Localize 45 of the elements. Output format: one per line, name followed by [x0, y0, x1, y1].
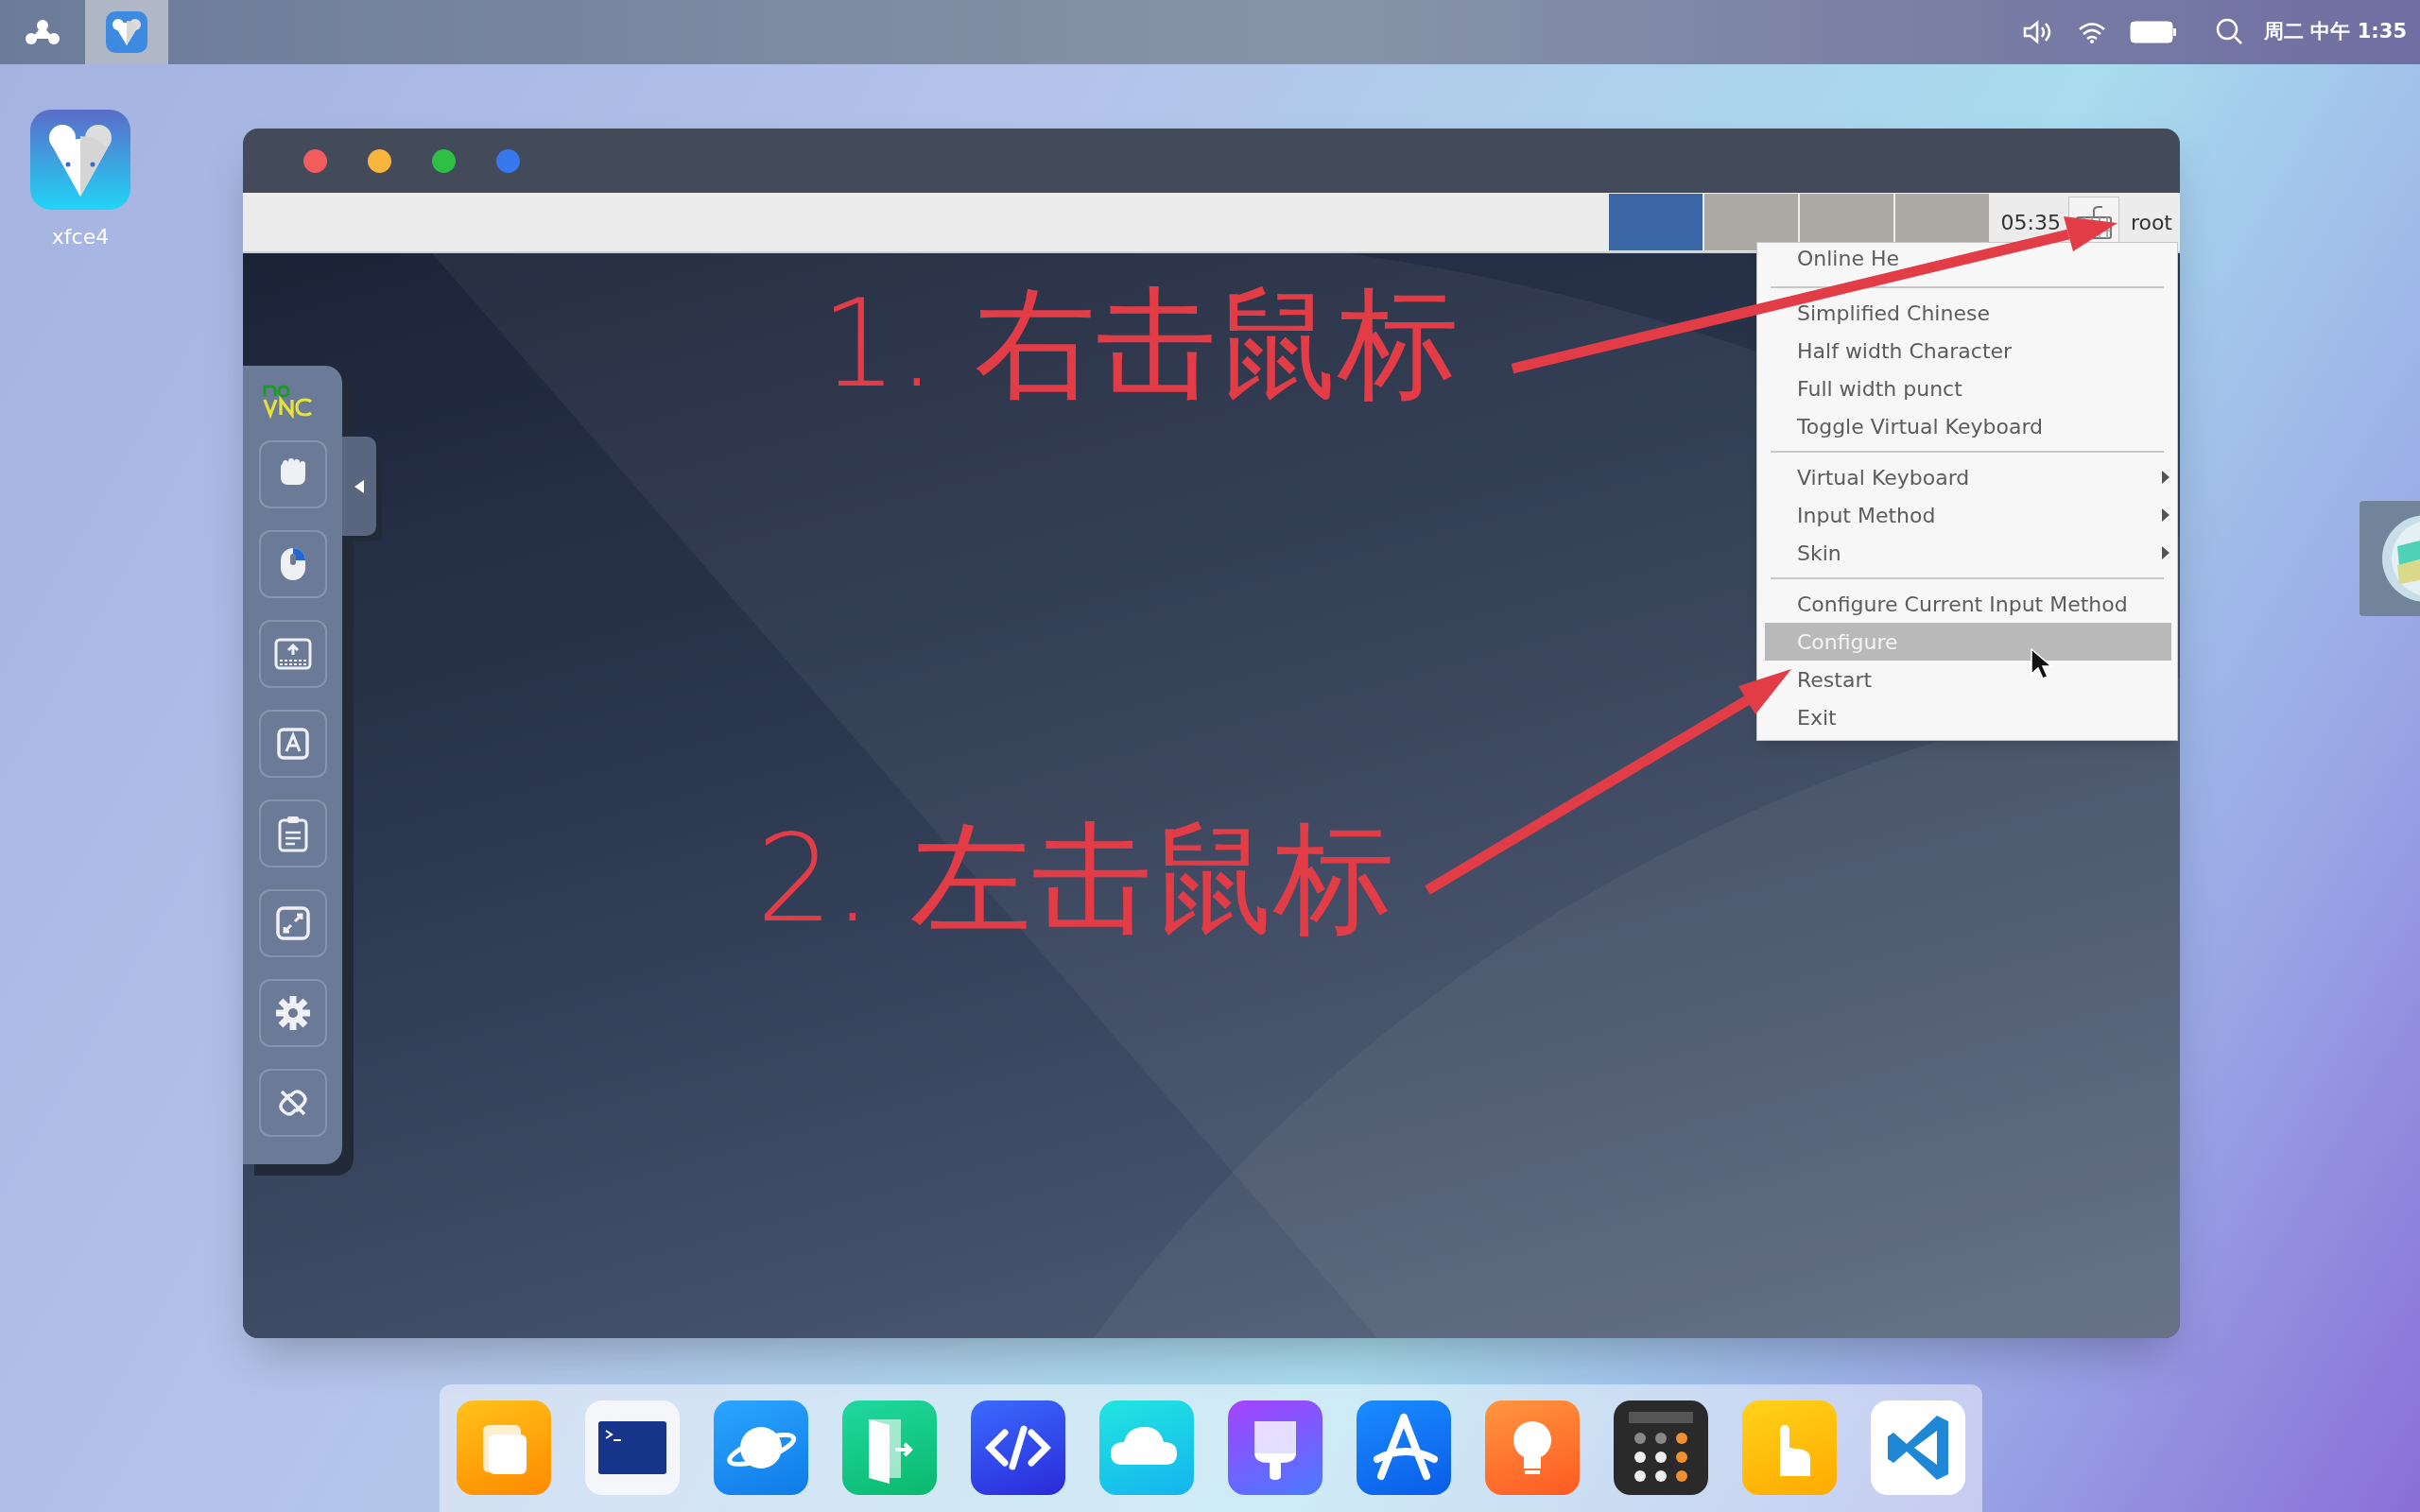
menu-item[interactable]: Skin — [1765, 534, 2171, 572]
menu-item[interactable]: Online He — [1765, 243, 2171, 281]
menu-item[interactable]: Input Method — [1765, 496, 2171, 534]
calculator-icon[interactable] — [1614, 1400, 1708, 1495]
taskbar-app-button[interactable] — [85, 0, 168, 64]
menu-item[interactable]: Half width Character — [1765, 332, 2171, 369]
keyboard-icon[interactable] — [258, 620, 327, 688]
menu-item[interactable]: Toggle Virtual Keyboard — [1765, 407, 2171, 445]
mouse-icon[interactable] — [258, 530, 327, 598]
code-icon[interactable] — [971, 1400, 1065, 1495]
ribbon-logo-icon[interactable] — [1871, 1400, 1965, 1495]
cloud-icon[interactable] — [1099, 1400, 1194, 1495]
panel-clock[interactable]: 05:35 — [2000, 206, 2061, 238]
text-input-icon[interactable] — [258, 710, 327, 778]
settings-icon[interactable] — [258, 979, 327, 1047]
menu-item[interactable]: Exit — [1765, 698, 2171, 736]
menu-item[interactable]: Virtual Keyboard — [1765, 458, 2171, 496]
panel-user[interactable]: root — [2130, 206, 2172, 238]
paint-brush-icon[interactable] — [1228, 1400, 1322, 1495]
terminal-icon[interactable] — [585, 1400, 680, 1495]
menu-item[interactable]: Full width punct — [1765, 369, 2171, 407]
window-control-button[interactable] — [496, 148, 520, 173]
planet-icon[interactable] — [714, 1400, 808, 1495]
close-button[interactable] — [303, 148, 327, 173]
date-time[interactable]: 周二 中午 1:35 — [2264, 17, 2407, 47]
folder-icon[interactable] — [457, 1400, 551, 1495]
fullscreen-icon[interactable] — [258, 889, 327, 957]
drag-hand-icon[interactable] — [258, 440, 327, 508]
volume-icon[interactable] — [2022, 20, 2053, 44]
workspace-button[interactable] — [1704, 194, 1799, 250]
minimize-button[interactable] — [368, 148, 391, 173]
mouse-pointer-icon — [2031, 648, 2053, 680]
menu-item[interactable]: Configure Current Input Method — [1765, 585, 2171, 623]
menu-item[interactable]: Simplified Chinese — [1765, 294, 2171, 332]
lightbulb-icon[interactable] — [1485, 1400, 1580, 1495]
a-logo-icon[interactable] — [1357, 1400, 1451, 1495]
annotation-text: 2. 左击鼠标 — [756, 818, 1394, 939]
battery-icon[interactable] — [2130, 21, 2178, 43]
clipboard-icon[interactable] — [258, 799, 327, 868]
door-icon[interactable] — [842, 1400, 937, 1495]
maximize-button[interactable] — [432, 148, 456, 173]
floating-widget[interactable] — [2360, 501, 2420, 616]
launcher-icon[interactable] — [25, 18, 60, 46]
annotation-text: 1. 右击鼠标 — [821, 284, 1459, 404]
disconnect-icon[interactable] — [258, 1069, 327, 1137]
